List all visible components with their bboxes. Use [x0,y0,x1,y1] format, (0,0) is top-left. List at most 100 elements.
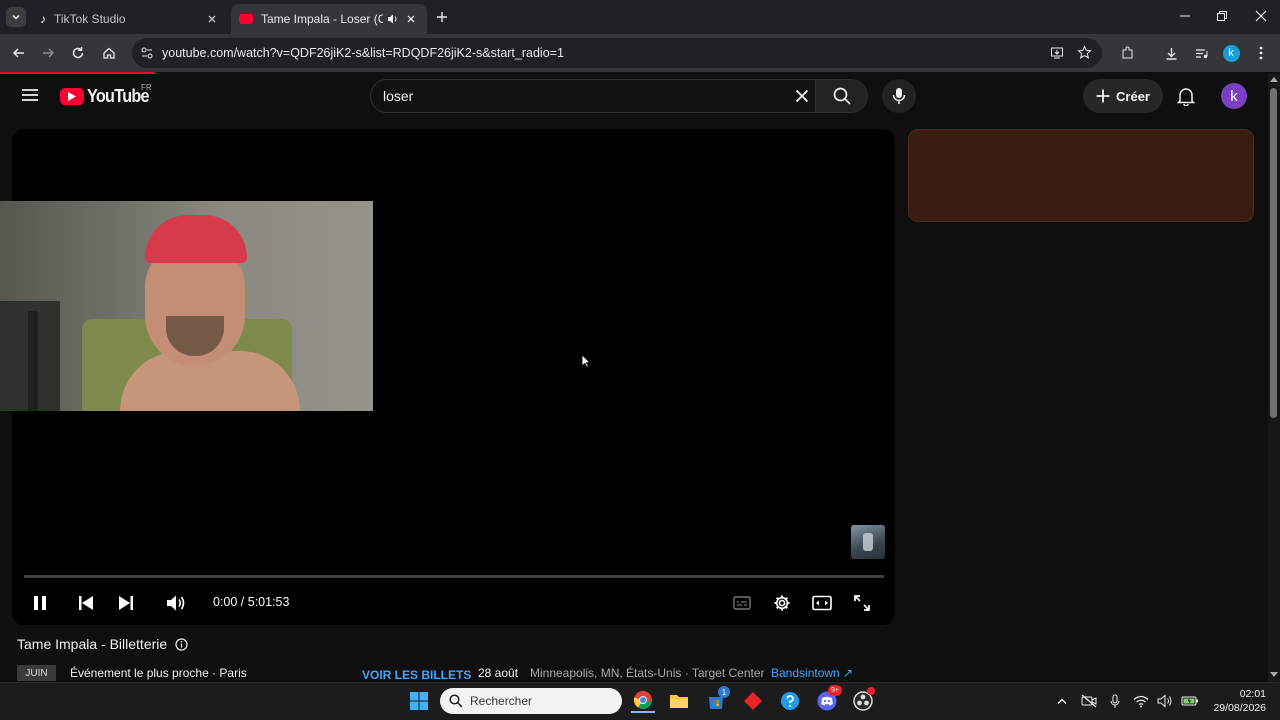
info-icon[interactable] [175,637,188,651]
settings-gear-icon[interactable] [768,589,796,617]
plus-icon [437,12,447,22]
help-icon[interactable] [778,689,802,713]
windows-start-icon[interactable] [407,689,431,713]
player-controls: 0:00 / 5:01:53 [12,585,895,625]
plus-icon [1096,89,1110,103]
bookmark-star-icon[interactable] [1077,45,1092,60]
forward-button[interactable] [36,41,60,65]
windows-taskbar: Rechercher 1 9+ 02:01 29/08/2026 [0,682,1280,720]
see-tickets-link[interactable]: VOIR LES BILLETS [362,668,471,682]
region-code: FR [141,83,152,92]
scroll-down-arrow-icon[interactable] [1270,672,1278,678]
previous-button[interactable] [72,589,100,617]
clock-date: 29/08/2026 [1213,702,1266,714]
search-query: loser [383,88,414,104]
restore-button[interactable] [1212,6,1232,26]
separator-dot: · [760,666,764,680]
tab-youtube-video[interactable]: Tame Impala - Loser (Officia [231,4,427,34]
clear-search-icon[interactable] [795,89,809,103]
chrome-icon[interactable] [631,689,655,713]
event-venue: Minneapolis, MN, États-Unis · Target Cen… [530,666,765,680]
obs-icon[interactable] [851,687,875,713]
youtube-play-logo-icon [60,88,84,105]
minimize-button[interactable] [1175,6,1195,26]
scroll-up-arrow-icon[interactable] [1270,76,1278,82]
tiktok-icon: ♪ [40,12,46,26]
time-display: 0:00 / 5:01:53 [213,595,290,609]
video-progress-bar[interactable] [24,575,884,578]
tab-tiktok-studio[interactable]: ♪ TikTok Studio [32,4,228,34]
video-thumbnail-overlay[interactable] [851,525,885,559]
media-controls-icon[interactable] [1189,41,1213,65]
microsoft-store-icon[interactable]: 1 [704,686,730,713]
youtube-header: YouTube FR loser Créer k [0,74,1268,122]
url-text: youtube.com/watch?v=QDF26jiK2-s&list=RDQ… [162,46,564,60]
account-avatar[interactable]: k [1221,83,1247,109]
voice-search-button[interactable] [882,79,916,113]
search-icon [833,87,851,105]
youtube-favicon-icon [239,14,253,24]
search-button[interactable] [816,79,868,113]
ticketing-header: Tame Impala - Billetterie [17,636,188,652]
notifications-bell-icon[interactable] [1177,87,1195,106]
close-tab-icon[interactable] [204,11,220,27]
microphone-tray-icon[interactable] [1106,692,1124,710]
create-label: Créer [1116,88,1150,104]
system-clock[interactable]: 02:01 29/08/2026 [1206,687,1266,715]
file-explorer-icon[interactable] [667,689,691,713]
event-date: 28 août [478,666,519,680]
tray-overflow-chevron-icon[interactable] [1053,692,1071,710]
battery-charging-icon[interactable] [1181,692,1199,710]
page-scrollbar[interactable] [1268,74,1280,682]
subtitles-button[interactable] [728,589,756,617]
tab-search-button[interactable] [6,7,26,27]
sidebar-ad-card[interactable] [908,129,1254,222]
reload-button[interactable] [66,41,90,65]
search-icon [449,694,463,708]
youtube-logo-text: YouTube [87,86,150,106]
camera-off-icon[interactable] [1080,692,1098,710]
downloads-icon[interactable] [1159,41,1183,65]
browser-menu-icon[interactable] [1249,41,1273,65]
browser-toolbar: youtube.com/watch?v=QDF26jiK2-s&list=RDQ… [0,34,1280,72]
avatar-initial: k [1230,87,1238,105]
install-app-icon[interactable] [1050,46,1064,60]
back-button[interactable] [7,41,31,65]
nearest-event-text: Événement le plus proche · Paris [70,666,247,680]
volume-tray-icon[interactable] [1156,692,1174,710]
app-diamond-icon[interactable] [741,689,765,713]
pause-button[interactable] [26,589,54,617]
fullscreen-button[interactable] [848,589,876,617]
speaker-icon[interactable] [387,13,399,25]
profile-initial: k [1222,44,1240,62]
address-bar[interactable]: youtube.com/watch?v=QDF26jiK2-s&list=RDQ… [132,38,1102,68]
discord-badge: 9+ [828,685,842,696]
ticketing-title: Tame Impala - Billetterie [17,636,168,652]
theater-mode-button[interactable] [808,589,836,617]
search-input[interactable]: loser [370,79,816,113]
discord-icon[interactable]: 9+ [815,685,842,713]
chevron-down-icon [12,14,20,20]
microphone-icon [892,88,906,104]
taskbar-search-placeholder: Rechercher [470,694,533,708]
site-info-icon[interactable] [140,46,154,60]
tab-title: TikTok Studio [54,12,126,26]
hamburger-menu-icon[interactable] [21,88,39,102]
next-button[interactable] [112,589,140,617]
event-month-badge: JUIN [17,665,56,681]
volume-button[interactable] [162,589,190,617]
new-tab-button[interactable] [434,9,450,25]
create-button[interactable]: Créer [1083,79,1163,113]
home-button[interactable] [97,41,121,65]
extensions-icon[interactable] [1115,41,1139,65]
close-tab-icon[interactable] [403,11,419,27]
clock-time: 02:01 [1239,688,1266,700]
taskbar-search-input[interactable]: Rechercher [440,688,622,714]
profile-avatar[interactable]: k [1219,41,1243,65]
wifi-icon[interactable] [1132,692,1150,710]
bandsintown-link[interactable]: Bandsintown ↗ [771,666,853,680]
close-window-button[interactable] [1251,6,1271,26]
store-badge: 1 [718,686,730,698]
scrollbar-thumb[interactable] [1270,88,1277,418]
webcam-overlay [0,201,373,411]
